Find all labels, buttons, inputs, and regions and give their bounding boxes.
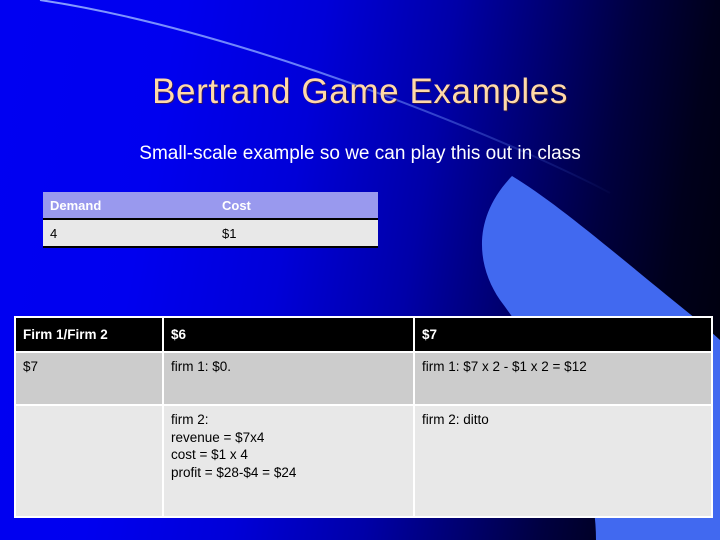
table-row: Firm 1/Firm 2 $6 $7 [16, 318, 711, 351]
cost-header: Cost [215, 192, 378, 220]
payoff-header-price-7: $7 [415, 318, 711, 351]
payoff-header-firms: Firm 1/Firm 2 [16, 318, 162, 351]
payoff-row1-label: $7 [16, 353, 162, 404]
payoff-row2-col7: firm 2: ditto [415, 406, 711, 516]
payoff-row2-col6: firm 2: revenue = $7x4 cost = $1 x 4 pro… [164, 406, 413, 516]
table-row: $7 firm 1: $0. firm 1: $7 x 2 - $1 x 2 =… [16, 353, 711, 404]
table-row: 4 $1 [43, 220, 378, 248]
demand-value: 4 [43, 220, 215, 248]
payoff-matrix-table: Firm 1/Firm 2 $6 $7 $7 firm 1: $0. firm … [14, 316, 713, 518]
payoff-row1-col7: firm 1: $7 x 2 - $1 x 2 = $12 [415, 353, 711, 404]
demand-header: Demand [43, 192, 215, 220]
table-row: Demand Cost [43, 192, 378, 220]
page-subtitle: Small-scale example so we can play this … [139, 143, 581, 164]
table-row: firm 2: revenue = $7x4 cost = $1 x 4 pro… [16, 406, 711, 516]
slide-canvas: Bertrand Game Examples Small-scale examp… [0, 0, 720, 540]
payoff-header-price-6: $6 [164, 318, 413, 351]
cost-value: $1 [215, 220, 378, 248]
payoff-row1-col6: firm 1: $0. [164, 353, 413, 404]
payoff-row2-label [16, 406, 162, 516]
demand-cost-table: Demand Cost 4 $1 [43, 192, 378, 248]
page-title: Bertrand Game Examples [152, 72, 568, 111]
